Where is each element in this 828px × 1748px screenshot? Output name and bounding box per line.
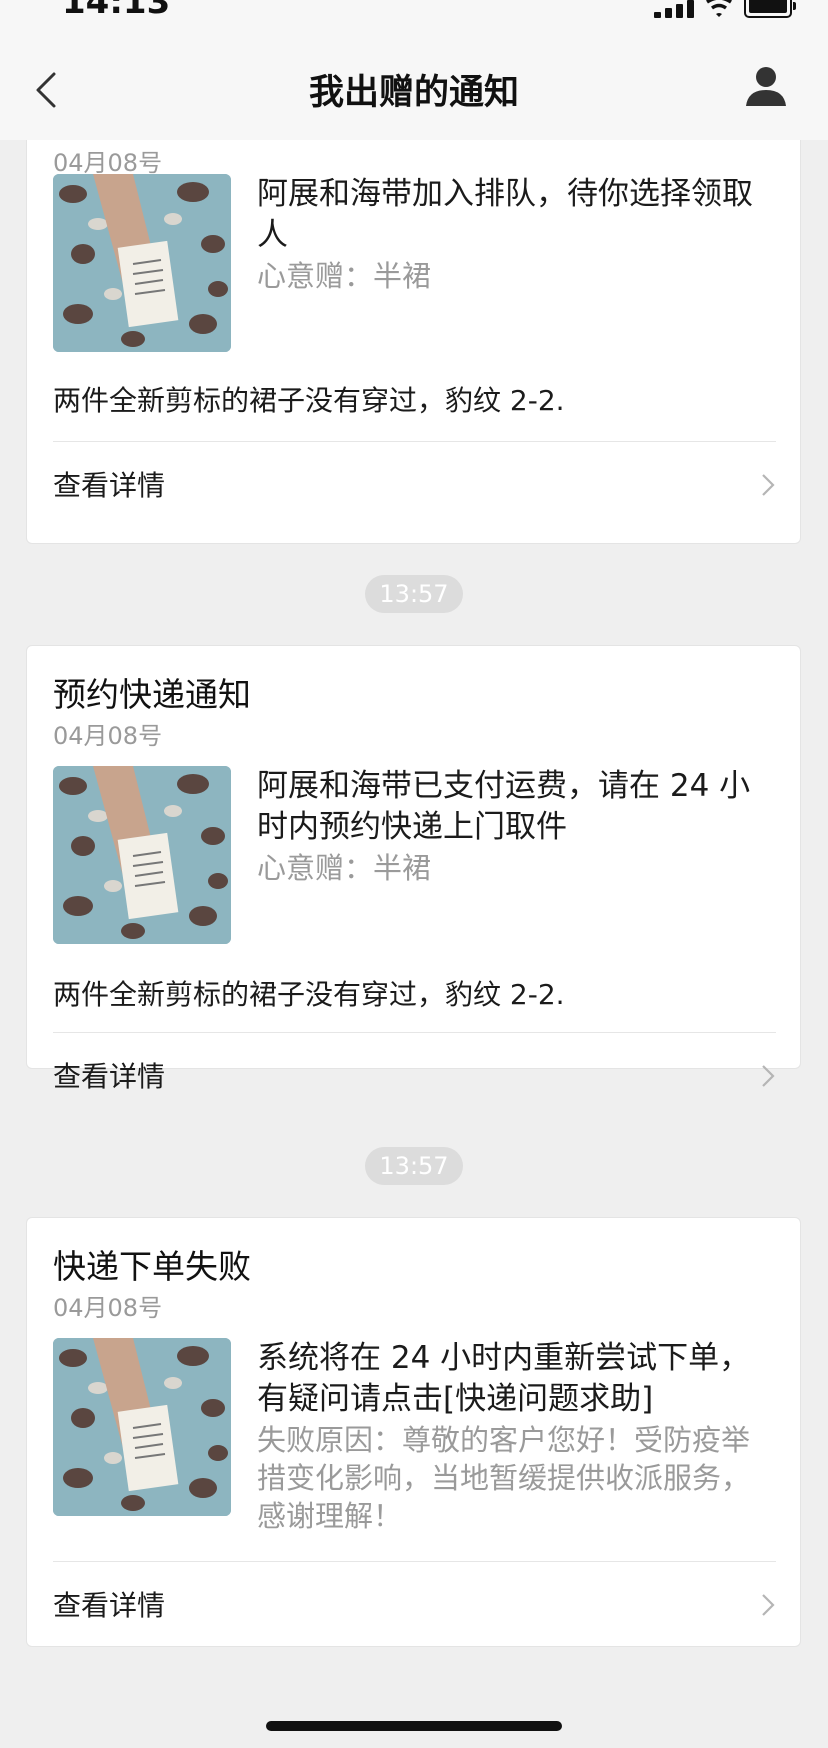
chevron-right-icon <box>762 474 775 496</box>
view-details-label: 查看详情 <box>53 1060 166 1093</box>
status-time: 14:13 <box>62 0 171 22</box>
signal-icon <box>654 0 694 18</box>
gift-label: 心意赠：半裙 <box>257 259 432 293</box>
item-thumbnail[interactable] <box>53 174 231 352</box>
status-icons <box>654 0 796 20</box>
item-thumbnail[interactable] <box>53 1338 231 1516</box>
chevron-right-icon <box>762 1594 775 1616</box>
notification-card: 04月08号 阿展和海带加入排队，待你选择领取人 心意赠：半裙 两件全新剪标的裙… <box>26 120 801 544</box>
profile-icon[interactable] <box>744 64 788 108</box>
card-date: 04月08号 <box>53 149 163 177</box>
notification-message: 阿展和海带已支付运费，请在 24 小时内预约快递上门取件 <box>257 768 751 845</box>
item-description: 两件全新剪标的裙子没有穿过，豹纹 2-2. <box>53 978 565 1011</box>
status-bar: 14:13 <box>0 0 828 40</box>
home-indicator[interactable] <box>266 1721 562 1731</box>
battery-icon <box>744 0 796 18</box>
item-description: 两件全新剪标的裙子没有穿过，豹纹 2-2. <box>53 384 565 417</box>
card-title: 预约快递通知 <box>53 675 251 714</box>
item-thumbnail[interactable] <box>53 766 231 944</box>
card-title: 快递下单失败 <box>53 1247 251 1286</box>
view-details-button[interactable]: 查看详情 <box>27 1562 800 1646</box>
page-title: 我出赠的通知 <box>308 73 519 113</box>
chevron-right-icon <box>762 1065 775 1087</box>
wifi-icon <box>706 0 732 17</box>
view-details-label: 查看详情 <box>53 1589 166 1622</box>
notification-message: 阿展和海带加入排队，待你选择领取人 <box>257 176 753 253</box>
view-details-label: 查看详情 <box>53 469 166 502</box>
view-details-button[interactable]: 查看详情 <box>27 1033 800 1117</box>
nav-bar: 我出赠的通知 <box>0 40 828 140</box>
gift-label: 心意赠：半裙 <box>257 851 432 885</box>
view-details-button[interactable]: 查看详情 <box>27 442 800 526</box>
notification-card: 快递下单失败 04月08号 系统将在 24 小时内重新尝试下单，有疑问请点击[快… <box>26 1217 801 1647</box>
notification-message: 系统将在 24 小时内重新尝试下单，有疑问请点击[快递问题求助] <box>257 1340 751 1417</box>
card-date: 04月08号 <box>53 722 163 750</box>
notification-card: 预约快递通知 04月08号 阿展和海带已支付运费，请在 24 小时内预约快递上门… <box>26 645 801 1093</box>
card-date: 04月08号 <box>53 1294 163 1322</box>
timestamp-pill: 13:57 <box>365 1147 463 1185</box>
failure-reason: 失败原因：尊敬的客户您好！受防疫举措变化影响，当地暂缓提供收派服务，感谢理解！ <box>257 1423 751 1533</box>
timestamp-pill: 13:57 <box>365 575 463 613</box>
